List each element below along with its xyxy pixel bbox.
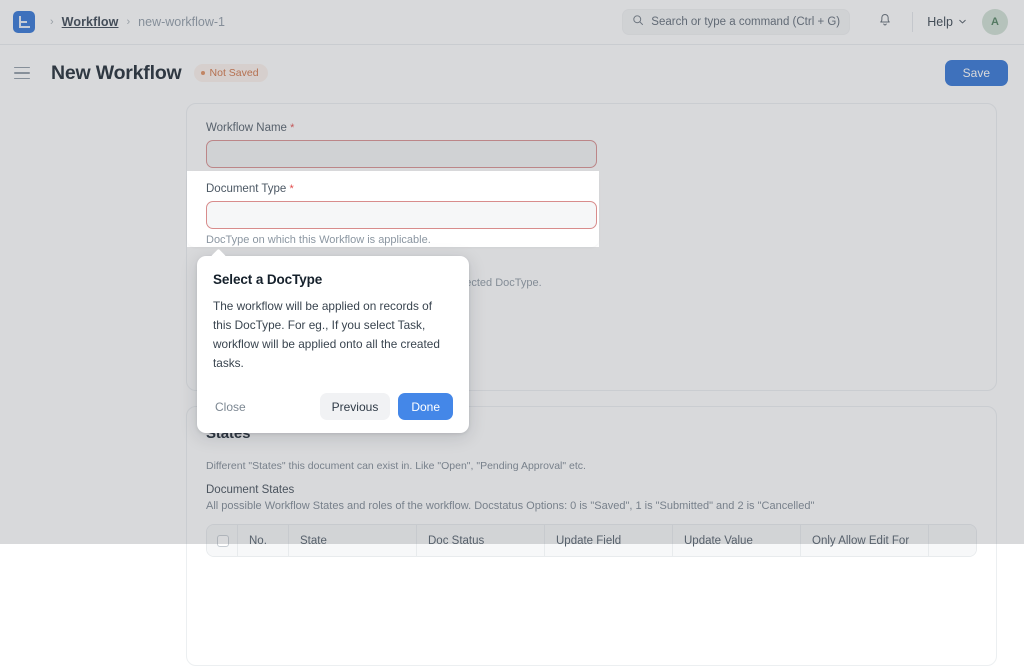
grid-column-only-allow-edit-for: Only Allow Edit For	[801, 525, 929, 556]
onboarding-popover: Select a DocType The workflow will be ap…	[197, 256, 469, 433]
page-title: New Workflow	[51, 62, 182, 85]
grid-column-no: No.	[238, 525, 289, 556]
document-states-label: Document States	[206, 484, 977, 496]
breadcrumb-current: new-workflow-1	[138, 15, 225, 29]
navbar-right-group: Help A	[622, 9, 1008, 35]
required-asterisk: *	[290, 122, 294, 134]
status-badge: Not Saved	[194, 64, 268, 82]
page-content: Workflow Name * Document Type * DocType …	[0, 101, 1024, 544]
document-states-grid: No. State Doc Status Update Field Update…	[206, 524, 977, 557]
breadcrumb: › Workflow › new-workflow-1	[50, 15, 225, 29]
workflow-name-input[interactable]	[206, 140, 597, 168]
document-states-description: All possible Workflow States and roles o…	[206, 500, 977, 512]
status-dot-icon	[201, 71, 205, 75]
bell-icon	[878, 13, 892, 31]
chevron-down-icon	[958, 15, 967, 29]
states-card: States Different "States" this document …	[186, 406, 997, 666]
breadcrumb-separator-1: ›	[50, 17, 54, 28]
erpnext-logo-icon[interactable]	[13, 11, 35, 33]
grid-select-all-checkbox[interactable]	[217, 535, 229, 547]
popover-actions: Close Previous Done	[213, 393, 453, 420]
hamburger-menu-icon[interactable]	[14, 63, 34, 83]
search-icon	[632, 13, 644, 31]
navbar-divider	[912, 12, 913, 32]
popover-title: Select a DocType	[213, 272, 453, 287]
grid-column-docstatus: Doc Status	[417, 525, 545, 556]
document-type-label: Document Type *	[206, 183, 580, 195]
workflow-name-label: Workflow Name *	[206, 122, 977, 134]
popover-body: The workflow will be applied on records …	[213, 297, 453, 373]
help-menu-button[interactable]: Help	[925, 11, 969, 33]
top-navbar: › Workflow › new-workflow-1	[0, 0, 1024, 45]
search-input[interactable]	[651, 16, 840, 28]
document-type-field-highlighted: Document Type * DocType on which this Wo…	[187, 171, 599, 247]
grid-column-update-value: Update Value	[673, 525, 801, 556]
document-type-input[interactable]	[206, 201, 597, 229]
global-search[interactable]	[622, 9, 850, 35]
status-badge-label: Not Saved	[210, 67, 259, 79]
grid-column-update-field: Update Field	[545, 525, 673, 556]
breadcrumb-separator-2: ›	[127, 17, 131, 28]
grid-column-actions	[929, 525, 976, 556]
app-root: › Workflow › new-workflow-1	[0, 0, 1024, 544]
grid-header-row: No. State Doc Status Update Field Update…	[207, 525, 976, 556]
avatar[interactable]: A	[982, 9, 1008, 35]
popover-nav-buttons: Previous Done	[320, 393, 453, 420]
help-label: Help	[927, 15, 953, 29]
previous-button[interactable]: Previous	[320, 393, 391, 420]
workflow-name-field: Workflow Name *	[206, 122, 977, 168]
grid-select-all-cell[interactable]	[207, 525, 238, 556]
notifications-button[interactable]	[872, 9, 898, 35]
grid-column-state: State	[289, 525, 417, 556]
document-type-help: DocType on which this Workflow is applic…	[206, 234, 580, 246]
breadcrumb-link-workflow[interactable]: Workflow	[62, 15, 119, 29]
document-type-label-text: Document Type	[206, 183, 286, 195]
workflow-name-label-text: Workflow Name	[206, 122, 287, 134]
states-section-description: Different "States" this document can exi…	[206, 460, 977, 472]
save-button[interactable]: Save	[945, 60, 1008, 86]
done-button[interactable]: Done	[398, 393, 453, 420]
required-asterisk: *	[290, 183, 294, 195]
logo-glyph	[19, 16, 30, 28]
page-header: New Workflow Not Saved Save	[0, 45, 1024, 101]
avatar-initial: A	[991, 16, 999, 28]
close-button[interactable]: Close	[213, 395, 248, 419]
